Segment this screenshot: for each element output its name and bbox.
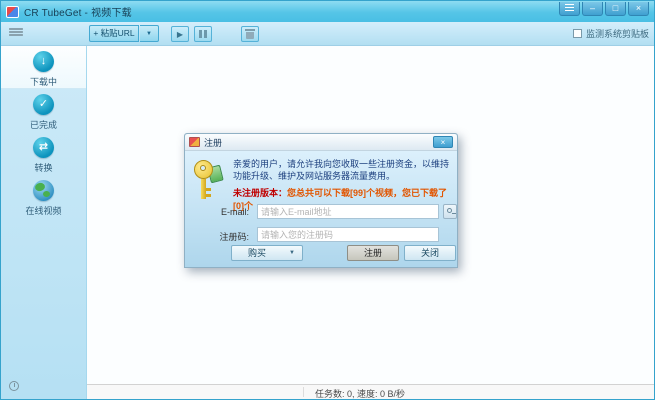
sidebar: ↓ 下载中 ✓ 已完成 ⇄ 转换 在线视频 bbox=[1, 46, 87, 399]
register-code-label: 注册码: bbox=[197, 230, 249, 243]
register-code-field[interactable] bbox=[257, 227, 439, 242]
pause-download-button[interactable] bbox=[194, 26, 212, 42]
dialog-title: 注册 bbox=[204, 136, 222, 149]
register-button[interactable]: 注册 bbox=[347, 245, 399, 261]
sidebar-item-label: 转换 bbox=[1, 161, 86, 174]
toolbar: + 粘贴URL ▼ ▶ 监测系统剪贴板 bbox=[1, 22, 654, 46]
app-window: CR TubeGet - 视频下载 – □ × + 粘贴URL ▼ ▶ 监测系统… bbox=[0, 0, 655, 400]
close-dialog-button[interactable]: 关闭 bbox=[404, 245, 456, 261]
maximize-button[interactable]: □ bbox=[605, 2, 626, 16]
delete-task-button[interactable] bbox=[241, 26, 259, 42]
window-title: CR TubeGet - 视频下载 bbox=[24, 4, 132, 19]
sidebar-item-label: 已完成 bbox=[1, 118, 86, 131]
chevron-down-icon: ▼ bbox=[289, 250, 295, 256]
key-illustration-icon bbox=[193, 160, 229, 202]
download-icon: ↓ bbox=[33, 51, 54, 72]
sidebar-item-label: 下载中 bbox=[1, 75, 86, 88]
close-button[interactable]: × bbox=[628, 2, 649, 16]
dialog-icon bbox=[189, 137, 200, 147]
play-icon: ▶ bbox=[177, 30, 183, 39]
menu-button[interactable] bbox=[559, 2, 580, 16]
pause-icon bbox=[199, 30, 202, 38]
window-controls: – □ × bbox=[559, 1, 649, 22]
titlebar: CR TubeGet - 视频下载 – □ × bbox=[1, 1, 654, 22]
statusbar-separator bbox=[303, 387, 304, 397]
email-label: E-mail: bbox=[197, 207, 249, 217]
buy-button[interactable]: 购买 bbox=[231, 245, 283, 261]
paste-url-dropdown-button[interactable]: ▼ bbox=[140, 25, 159, 42]
dialog-close-button[interactable]: × bbox=[433, 136, 453, 148]
menu-icon bbox=[565, 2, 574, 13]
sidebar-item-label: 在线视频 bbox=[1, 204, 86, 217]
checkbox-icon bbox=[573, 29, 582, 38]
schedule-clock-icon[interactable] bbox=[9, 381, 19, 391]
start-download-button[interactable]: ▶ bbox=[171, 26, 189, 42]
sidebar-item-completed[interactable]: ✓ 已完成 bbox=[1, 89, 86, 132]
clipboard-monitor-label: 监测系统剪贴板 bbox=[586, 27, 649, 40]
sidebar-item-online-video[interactable]: 在线视频 bbox=[1, 175, 86, 218]
close-icon: × bbox=[441, 138, 446, 147]
status-text: 任务数: 0, 速度: 0 B/秒 bbox=[315, 387, 405, 400]
app-icon bbox=[6, 6, 19, 18]
globe-icon bbox=[33, 180, 54, 201]
dialog-message: 亲爱的用户，请允许我向您收取一些注册资金，以维持功能升级、维护及网站服务器流量费… bbox=[233, 158, 451, 182]
statusbar: 任务数: 0, 速度: 0 B/秒 bbox=[87, 384, 654, 399]
buy-dropdown-button[interactable]: ▼ bbox=[282, 245, 303, 261]
key-button[interactable] bbox=[443, 204, 457, 219]
email-field[interactable] bbox=[257, 204, 439, 219]
dialog-titlebar: 注册 × bbox=[185, 134, 457, 151]
view-grid-icon[interactable] bbox=[9, 27, 23, 40]
dialog-body: 亲爱的用户，请允许我向您收取一些注册资金，以维持功能升级、维护及网站服务器流量费… bbox=[185, 151, 457, 267]
register-dialog: 注册 × 亲爱的用户，请允许我向您收取一些注册资金，以维持功能升级、维护及网站服… bbox=[184, 133, 458, 268]
check-icon: ✓ bbox=[33, 94, 54, 115]
sidebar-item-convert[interactable]: ⇄ 转换 bbox=[1, 132, 86, 175]
clipboard-monitor-checkbox[interactable]: 监测系统剪贴板 bbox=[573, 27, 649, 40]
chevron-down-icon: ▼ bbox=[146, 31, 152, 37]
trash-icon bbox=[245, 29, 255, 31]
convert-icon: ⇄ bbox=[33, 137, 54, 158]
sidebar-item-downloading[interactable]: ↓ 下载中 bbox=[1, 46, 86, 89]
unregistered-label: 未注册版本： bbox=[233, 188, 287, 198]
paste-url-button[interactable]: + 粘贴URL bbox=[89, 25, 139, 42]
minimize-button[interactable]: – bbox=[582, 2, 603, 16]
